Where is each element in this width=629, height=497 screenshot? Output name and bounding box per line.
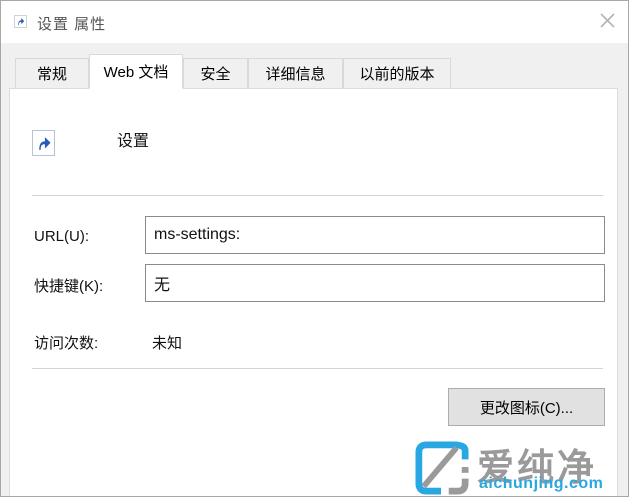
hotkey-input[interactable] [145,264,605,302]
shortcut-arrow-icon [32,130,55,156]
separator [32,368,603,369]
window-title: 设置 属性 [37,16,107,33]
visits-value: 未知 [152,335,183,352]
tab-details[interactable]: 详细信息 [248,58,343,89]
visits-label: 访问次数: [34,335,99,352]
watermark: 爱纯净 aichunjing.com [415,439,615,496]
tab-previous-versions[interactable]: 以前的版本 [343,58,451,89]
aichunjing-logo-icon [415,441,469,496]
hotkey-label: 快捷键(K): [34,278,104,295]
tab-web-document[interactable]: Web 文档 [89,54,183,89]
change-icon-button[interactable]: 更改图标(C)... [448,388,605,426]
titlebar: 设置 属性 [1,1,628,43]
url-input[interactable] [145,216,605,254]
shortcut-name-label: 设置 [117,133,150,150]
watermark-site-text: aichunjing.com [479,475,604,492]
separator [32,195,603,196]
tab-general[interactable]: 常规 [15,58,89,89]
url-label: URL(U): [34,228,89,245]
close-icon[interactable] [594,8,620,32]
tab-security[interactable]: 安全 [183,58,248,89]
web-document-tab-page: 设置 URL(U): 快捷键(K): 访问次数: 未知 更改图标(C)... 爱… [9,88,618,496]
properties-dialog: 设置 属性 常规 Web 文档 安全 详细信息 以前的版本 设置 URL(U):… [0,0,629,497]
shortcut-arrow-icon [14,15,27,28]
